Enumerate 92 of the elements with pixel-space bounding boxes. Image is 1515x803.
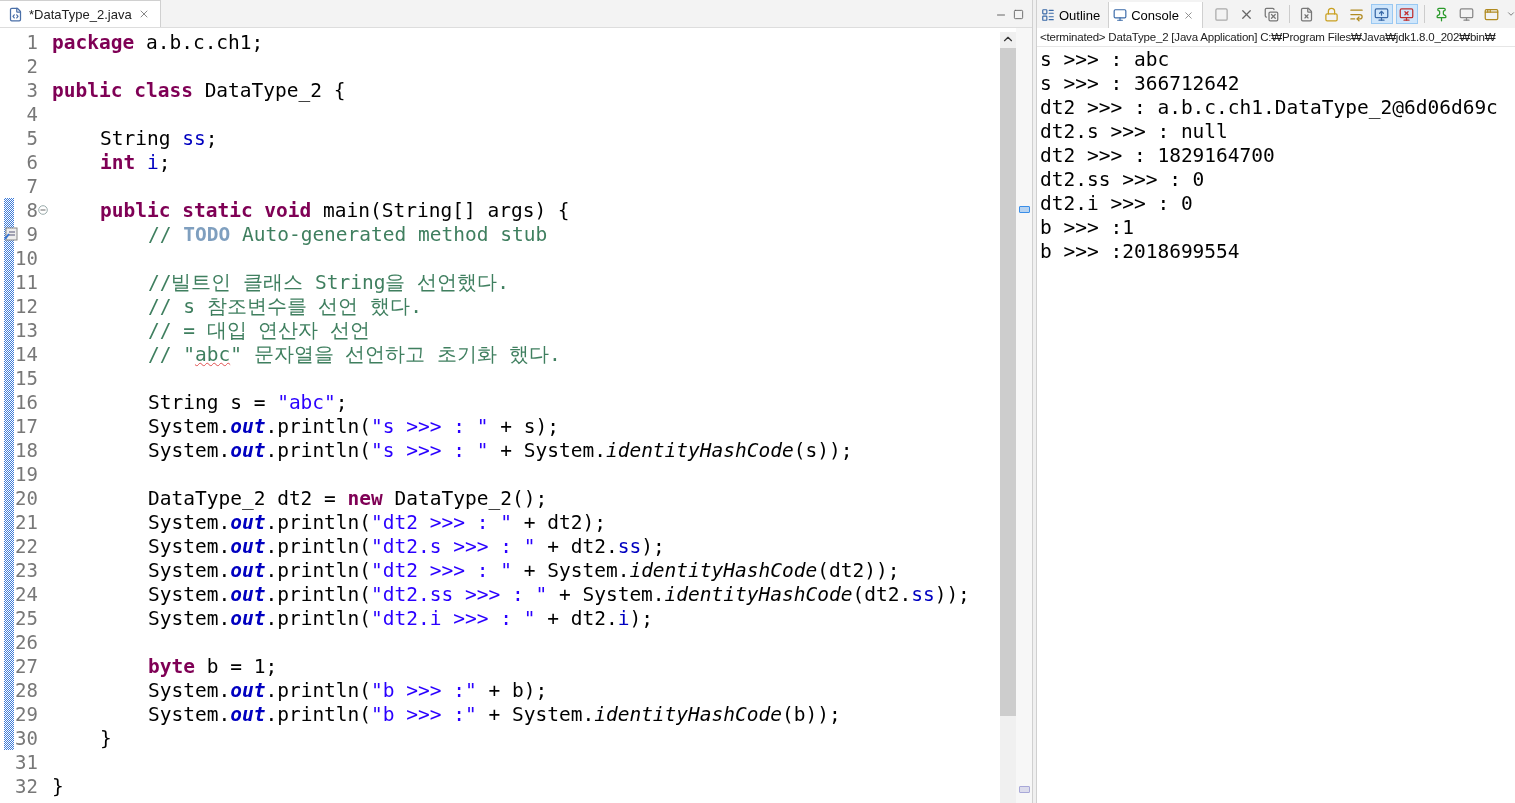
console-output-line: dt2.s >>> : null xyxy=(1040,120,1229,144)
tab-title: *DataType_2.java xyxy=(29,6,132,22)
line-number: 18 xyxy=(14,439,38,461)
line-number: 6 xyxy=(25,151,38,173)
console-output-line: dt2.ss >>> : 0 xyxy=(1040,168,1206,192)
line-number: 19 xyxy=(14,463,38,485)
lock-icon xyxy=(1324,6,1340,22)
tab-label: Outline xyxy=(1059,7,1101,23)
line-number: 11 xyxy=(14,271,38,293)
overview-marker[interactable] xyxy=(1019,206,1030,213)
code-line: // = 대입 연산자 선언 xyxy=(148,318,371,342)
code-line: System.out.println("b >>> :" + b); xyxy=(148,678,548,702)
console-output-line: dt2 >>> : 1829164700 xyxy=(1040,144,1276,168)
code-line: String s = "abc"; xyxy=(148,390,348,414)
line-number: 21 xyxy=(14,511,38,533)
line-number: 3 xyxy=(25,79,38,101)
line-number: 1 xyxy=(25,31,38,53)
console-output-line: b >>> :1 xyxy=(1040,216,1135,240)
monitor-icon xyxy=(1374,6,1390,22)
code-line: System.out.println("dt2.i >>> : " + dt2.i); xyxy=(148,606,653,630)
overview-marker[interactable] xyxy=(1019,786,1030,793)
dropdown-icon[interactable] xyxy=(1505,9,1515,19)
code-line: DataType_2 dt2 = new DataType_2(); xyxy=(148,486,548,510)
line-number: 4 xyxy=(25,103,38,125)
code-line: System.out.println("dt2.s >>> : " + dt2.ss); xyxy=(148,534,665,558)
code-line: //빌트인 클래스 String을 선언했다. xyxy=(148,270,509,294)
line-number: 12 xyxy=(14,295,38,317)
line-number: 29 xyxy=(14,703,38,725)
code-line: String ss; xyxy=(100,126,218,150)
view-tab[interactable]: Console xyxy=(1109,2,1203,28)
close-icon[interactable] xyxy=(1182,9,1194,21)
toolbar-button[interactable] xyxy=(1370,4,1393,24)
line-number: 9 xyxy=(25,223,38,245)
line-number: 26 xyxy=(14,631,38,653)
line-number: 10 xyxy=(14,247,38,269)
line-number: 15 xyxy=(14,367,38,389)
line-number: 24 xyxy=(14,583,38,605)
monitor-error-icon xyxy=(1399,6,1415,22)
code-line: public static void main(String[] args) { xyxy=(100,198,570,222)
outline-icon xyxy=(1041,8,1055,22)
line-number: 7 xyxy=(25,175,38,197)
code-line: byte b = 1; xyxy=(148,654,278,678)
code-line: System.out.println("dt2 >>> : " + System.identityHashCode(dt2)); xyxy=(148,558,900,582)
maximize-icon[interactable] xyxy=(1013,9,1024,20)
line-number: 8 xyxy=(25,199,38,221)
line-number: 17 xyxy=(14,415,38,437)
code-line: // TODO Auto-generated method stub xyxy=(148,222,548,246)
console-output-line: dt2 >>> : a.b.c.ch1.DataType_2@6d06d69c xyxy=(1040,96,1499,120)
line-number: 16 xyxy=(14,391,38,413)
line-number: 23 xyxy=(14,559,38,581)
code-line: // s 참조변수를 선언 했다. xyxy=(148,294,422,318)
line-number: 25 xyxy=(14,607,38,629)
clear-console-icon xyxy=(1299,6,1315,22)
console-output-line: s >>> : abc xyxy=(1040,48,1171,72)
code-line: // "abc" 문자열을 선언하고 초기화 했다. xyxy=(148,342,561,366)
pin-icon xyxy=(1434,6,1450,22)
console-icon xyxy=(1113,8,1128,22)
line-number: 20 xyxy=(14,487,38,509)
code-line: System.out.println("s >>> : " + s); xyxy=(148,414,559,438)
console-output-line: s >>> : 366712642 xyxy=(1040,72,1241,96)
line-number: 2 xyxy=(25,55,38,77)
line-number: 13 xyxy=(14,319,38,341)
code-line: } xyxy=(52,774,64,798)
console-output-line: dt2.i >>> : 0 xyxy=(1040,192,1194,216)
console-status: <terminated> DataType_2 [Java Application] C:₩Program Files₩Java₩jdk1.8.0_202₩bin₩ xyxy=(1037,28,1515,47)
code-line: System.out.println("s >>> : " + System.identityHashCode(s)); xyxy=(148,438,853,462)
line-number: 5 xyxy=(25,127,38,149)
line-number: 14 xyxy=(14,343,38,365)
console-output-line: b >>> :2018699554 xyxy=(1040,240,1241,264)
code-line: System.out.println("dt2.ss >>> : " + System.identityHashCode(dt2.ss)); xyxy=(148,582,970,606)
java-file-icon xyxy=(8,6,23,22)
display-icon xyxy=(1459,6,1475,22)
line-number: 22 xyxy=(14,535,38,557)
toolbar-button[interactable] xyxy=(1395,4,1418,24)
tab-label: Console xyxy=(1131,7,1179,23)
word-wrap-icon xyxy=(1349,6,1365,22)
line-number: 28 xyxy=(14,679,38,701)
line-number: 31 xyxy=(14,751,38,773)
stop-icon xyxy=(1214,6,1230,22)
line-number: 32 xyxy=(14,775,38,797)
line-number: 27 xyxy=(14,655,38,677)
new-window-icon xyxy=(1484,6,1500,22)
code-line: } xyxy=(100,726,112,750)
remove-all-icon xyxy=(1264,6,1280,22)
editor-tab[interactable]: *DataType_2.java xyxy=(0,0,161,27)
code-line: public class DataType_2 { xyxy=(52,78,346,102)
line-number: 30 xyxy=(14,727,38,749)
code-line: int i; xyxy=(100,150,171,174)
code-line: System.out.println("b >>> :" + System.identityHashCode(b)); xyxy=(148,702,841,726)
code-line: package a.b.c.ch1; xyxy=(52,30,264,54)
code-line: System.out.println("dt2 >>> : " + dt2); xyxy=(148,510,606,534)
collapse-icon[interactable] xyxy=(38,205,48,215)
